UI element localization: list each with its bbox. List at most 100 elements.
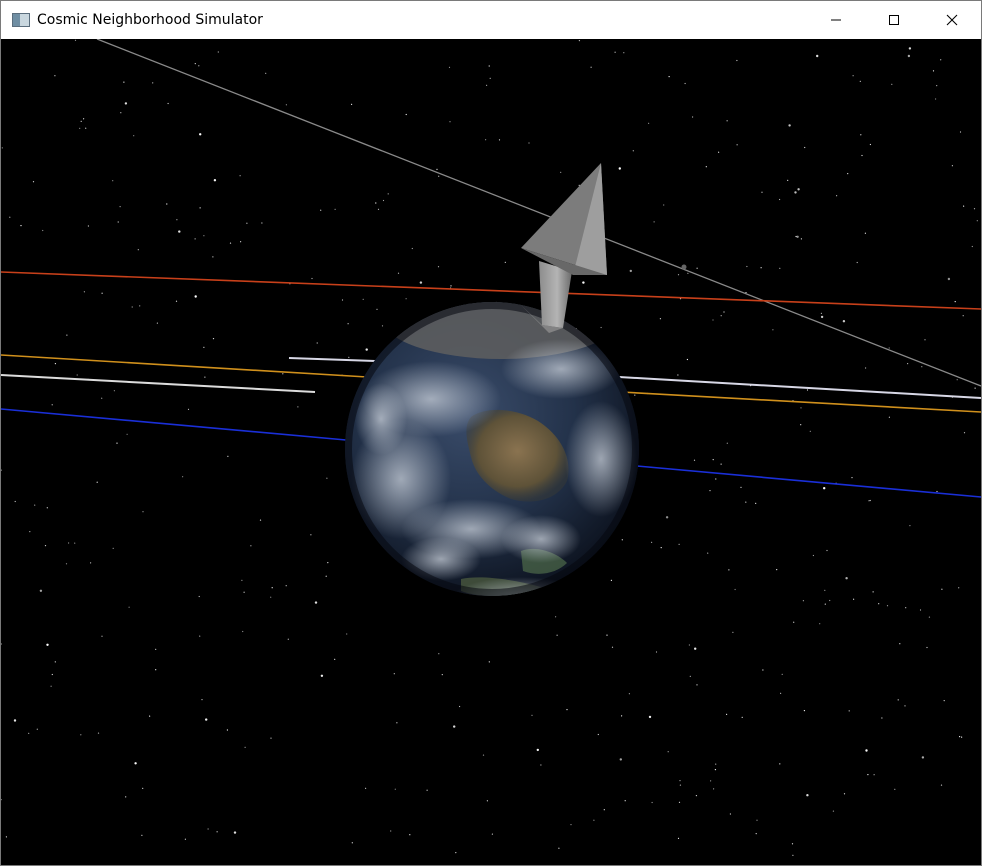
star <box>856 261 858 264</box>
star <box>139 305 141 307</box>
minimize-icon <box>831 19 841 21</box>
star <box>597 733 599 736</box>
star <box>101 397 103 399</box>
orbit-line-white-left-upper <box>288 357 376 362</box>
star <box>83 118 85 120</box>
star <box>655 651 658 653</box>
star <box>794 191 797 194</box>
star <box>779 198 781 201</box>
star <box>194 238 196 240</box>
minimize-button[interactable] <box>807 1 865 39</box>
star <box>351 103 353 105</box>
star <box>800 424 802 426</box>
star <box>961 736 963 738</box>
star <box>482 754 485 756</box>
star <box>864 232 867 234</box>
star <box>832 810 835 812</box>
title-bar[interactable]: Cosmic Neighborhood Simulator <box>1 1 981 39</box>
star <box>632 150 634 152</box>
star <box>660 547 662 549</box>
star <box>9 216 11 218</box>
star <box>621 715 623 717</box>
star <box>787 179 789 181</box>
star <box>936 85 938 87</box>
star <box>755 502 757 504</box>
star <box>556 634 558 636</box>
star <box>453 725 456 728</box>
star <box>924 339 926 341</box>
star <box>847 173 849 175</box>
star <box>320 209 322 211</box>
star <box>314 601 318 604</box>
scene-canvas[interactable] <box>1 39 981 865</box>
star <box>714 769 717 771</box>
star <box>619 758 622 761</box>
star <box>85 127 87 129</box>
star <box>921 366 923 368</box>
star <box>285 104 287 106</box>
star <box>905 607 907 609</box>
star <box>802 600 805 602</box>
star <box>940 784 943 786</box>
star <box>155 648 157 651</box>
star <box>397 272 400 274</box>
star <box>178 230 181 233</box>
star <box>346 633 348 635</box>
star <box>800 238 803 240</box>
star <box>861 154 863 157</box>
star <box>648 715 652 719</box>
close-button[interactable] <box>923 1 981 39</box>
star <box>381 325 384 327</box>
star <box>878 603 880 605</box>
star <box>182 476 184 478</box>
star <box>677 837 680 840</box>
star <box>907 363 909 365</box>
star <box>32 181 35 183</box>
star <box>285 585 287 587</box>
render-viewport[interactable] <box>1 39 981 865</box>
star <box>779 267 781 269</box>
star <box>865 749 868 752</box>
star <box>842 320 846 323</box>
star <box>411 247 413 250</box>
star <box>90 562 92 564</box>
star <box>853 598 855 600</box>
star <box>54 363 57 365</box>
star <box>606 634 608 636</box>
star <box>873 774 875 776</box>
earth-globe[interactable] <box>345 275 639 621</box>
star <box>726 120 728 122</box>
star <box>216 831 218 833</box>
star <box>772 329 774 331</box>
star <box>239 175 241 177</box>
star <box>74 39 77 41</box>
direction-arrow[interactable] <box>521 163 607 333</box>
star <box>46 507 48 509</box>
star <box>712 319 714 321</box>
star <box>142 511 144 513</box>
star <box>872 591 874 593</box>
star <box>438 175 440 177</box>
star <box>531 714 533 716</box>
star <box>940 59 942 61</box>
star <box>382 199 385 202</box>
star <box>593 819 595 821</box>
star <box>376 308 378 310</box>
star <box>259 519 262 521</box>
star <box>131 306 133 308</box>
star <box>39 589 43 592</box>
star <box>726 713 728 716</box>
star <box>629 269 632 273</box>
star <box>66 334 68 336</box>
maximize-button[interactable] <box>865 1 923 39</box>
star <box>779 763 781 765</box>
star <box>76 374 78 376</box>
star <box>820 315 824 319</box>
star <box>205 718 208 721</box>
star <box>241 579 243 582</box>
star <box>732 631 734 634</box>
star <box>820 312 823 314</box>
star <box>243 591 245 593</box>
star <box>396 722 398 724</box>
star <box>954 301 956 303</box>
